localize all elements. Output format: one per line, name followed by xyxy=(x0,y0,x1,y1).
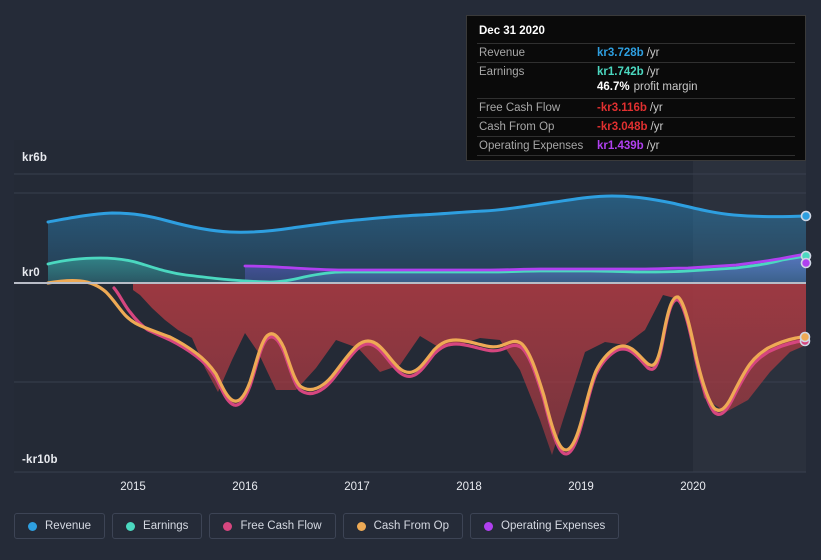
legend-item-free-cash-flow[interactable]: Free Cash Flow xyxy=(209,513,336,539)
legend-item-operating-expenses[interactable]: Operating Expenses xyxy=(470,513,620,539)
tooltip-row-cash-from-op: Cash From Op -kr3.048b /yr xyxy=(477,117,795,136)
tooltip-unit-free-cash-flow: /yr xyxy=(649,102,663,114)
data-tooltip: Dec 31 2020 Revenue kr3.728b /yr Earning… xyxy=(466,15,806,161)
tooltip-value-revenue: kr3.728b xyxy=(597,47,644,59)
endpoint-cash-from-op xyxy=(799,331,811,343)
legend-dot-earnings-icon xyxy=(126,521,136,531)
financial-chart-widget: kr6b kr0 -kr10b 2015 2016 2017 2018 2019… xyxy=(0,0,821,560)
tooltip-label-free-cash-flow: Free Cash Flow xyxy=(479,102,561,114)
tooltip-label-revenue: Revenue xyxy=(479,47,526,59)
y-axis-label-top: kr6b xyxy=(22,152,48,164)
legend-item-earnings[interactable]: Earnings xyxy=(112,513,203,539)
legend-label-operating-expenses: Operating Expenses xyxy=(501,520,606,532)
legend-item-revenue[interactable]: Revenue xyxy=(14,513,106,539)
tooltip-value-cash-from-op: -kr3.048b xyxy=(597,121,648,133)
legend-item-cash-from-op[interactable]: Cash From Op xyxy=(342,513,464,539)
tooltip-unit-earnings: /yr xyxy=(646,66,660,78)
x-axis-label-2020: 2020 xyxy=(680,481,706,493)
legend-label-revenue: Revenue xyxy=(45,520,92,532)
legend-label-cash-from-op: Cash From Op xyxy=(373,520,450,532)
tooltip-value-earnings: kr1.742b xyxy=(597,66,644,78)
x-axis-label-2015: 2015 xyxy=(120,481,146,493)
x-axis-label-2017: 2017 xyxy=(344,481,370,493)
x-axis-label-2016: 2016 xyxy=(232,481,258,493)
legend-dot-cash-from-op-icon xyxy=(356,521,366,531)
legend-label-earnings: Earnings xyxy=(143,520,189,532)
tooltip-unit-revenue: /yr xyxy=(646,47,660,59)
legend-dot-operating-expenses-icon xyxy=(484,521,494,531)
tooltip-row-earnings: Earnings kr1.742b /yr xyxy=(477,62,795,81)
chart-legend: Revenue Earnings Free Cash Flow Cash Fro… xyxy=(14,513,620,539)
tooltip-value-free-cash-flow: -kr3.116b xyxy=(597,102,647,114)
tooltip-unit-operating-expenses: /yr xyxy=(646,140,660,152)
tooltip-value-operating-expenses: kr1.439b xyxy=(597,140,644,152)
legend-dot-free-cash-flow-icon xyxy=(223,521,233,531)
endpoint-operating-expenses xyxy=(800,257,812,269)
legend-dot-revenue-icon xyxy=(28,521,37,531)
tooltip-text-profit-margin: profit margin xyxy=(633,81,698,93)
tooltip-row-revenue: Revenue kr3.728b /yr xyxy=(477,43,795,62)
x-axis-label-2019: 2019 xyxy=(568,481,594,493)
endpoint-revenue xyxy=(800,210,812,222)
tooltip-row-profit-margin: 46.7% profit margin xyxy=(477,81,795,98)
tooltip-label-earnings: Earnings xyxy=(479,66,525,78)
y-axis-label-bottom: -kr10b xyxy=(22,454,58,466)
tooltip-label-cash-from-op: Cash From Op xyxy=(479,121,555,133)
y-axis-label-zero: kr0 xyxy=(22,267,40,279)
legend-label-free-cash-flow: Free Cash Flow xyxy=(240,520,322,532)
tooltip-label-operating-expenses: Operating Expenses xyxy=(479,140,584,152)
x-axis-label-2018: 2018 xyxy=(456,481,482,493)
tooltip-row-operating-expenses: Operating Expenses kr1.439b /yr xyxy=(477,136,795,156)
tooltip-row-free-cash-flow: Free Cash Flow -kr3.116b /yr xyxy=(477,98,795,117)
tooltip-date: Dec 31 2020 xyxy=(479,25,545,37)
tooltip-unit-cash-from-op: /yr xyxy=(650,121,664,133)
tooltip-value-profit-margin: 46.7% xyxy=(597,81,630,93)
